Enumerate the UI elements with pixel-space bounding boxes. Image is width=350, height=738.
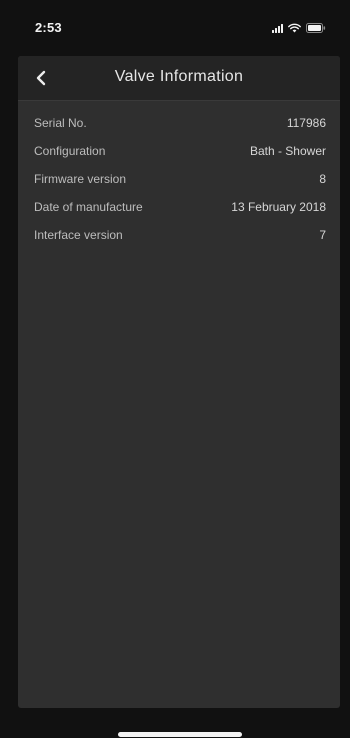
wifi-icon — [288, 23, 301, 33]
status-time: 2:53 — [35, 20, 62, 35]
info-label: Date of manufacture — [34, 200, 143, 214]
info-label: Configuration — [34, 144, 106, 158]
info-row-interface: Interface version 7 — [18, 221, 340, 249]
info-value: Bath - Shower — [249, 144, 326, 158]
status-icons — [272, 21, 326, 33]
info-label: Firmware version — [34, 172, 127, 186]
info-row-serial: Serial No. 117986 — [18, 109, 340, 137]
info-row-firmware: Firmware version 8 — [18, 165, 340, 193]
phone-screen: 2:53 Valve Information Serial No. 117986… — [0, 0, 350, 738]
signal-icon — [272, 23, 283, 33]
nav-bar: Valve Information — [18, 56, 340, 101]
page-title: Valve Information — [114, 68, 244, 85]
info-list: Serial No. 117986 Configuration Bath - S… — [18, 101, 340, 249]
info-value: 8 — [319, 172, 326, 186]
home-indicator[interactable] — [118, 732, 242, 737]
info-row-manufacture-date: Date of manufacture 13 February 2018 — [18, 193, 340, 221]
info-label: Interface version — [34, 228, 123, 242]
battery-icon — [306, 23, 326, 33]
status-bar: 2:53 — [0, 0, 350, 50]
info-value: 117986 — [286, 116, 326, 130]
info-value: 7 — [319, 228, 326, 242]
info-row-configuration: Configuration Bath - Shower — [18, 137, 340, 165]
info-value: 13 February 2018 — [231, 200, 326, 214]
valve-info-panel: Valve Information Serial No. 117986 Conf… — [18, 56, 340, 708]
info-label: Serial No. — [34, 116, 87, 130]
